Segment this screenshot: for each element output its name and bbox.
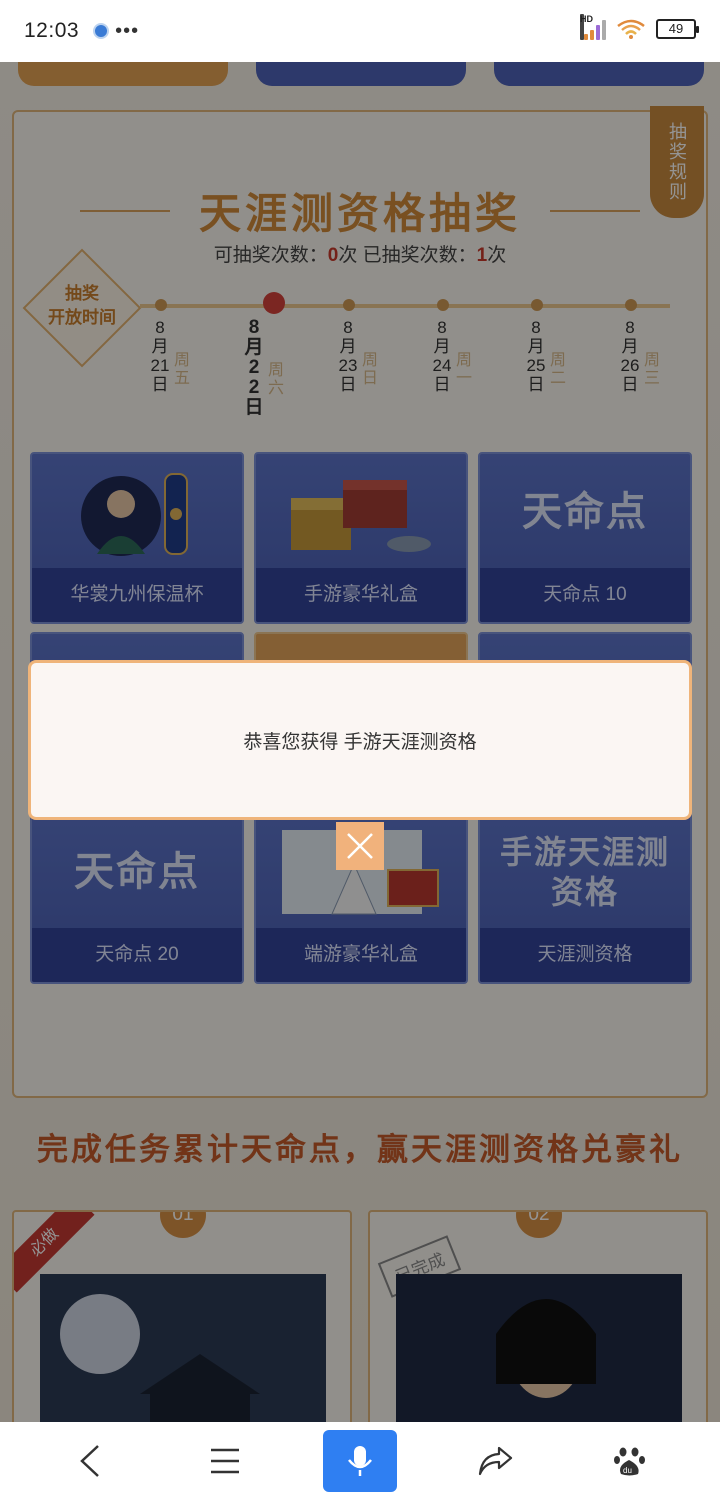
cellular-signal-icon: HD (580, 14, 606, 40)
app-notification-icon (93, 23, 110, 39)
chevron-left-icon (79, 1444, 99, 1477)
share-icon (479, 1446, 513, 1475)
dialog-message: 恭喜您获得 手游天涯测资格 (243, 731, 477, 753)
back-button[interactable] (53, 1430, 127, 1492)
status-indicators: HD 49 (580, 14, 699, 40)
svg-text:du: du (623, 1466, 632, 1475)
baidu-paw-icon: du (614, 1447, 646, 1475)
wifi-icon (617, 19, 645, 39)
prize-dialog: 恭喜您获得 手游天涯测资格 (28, 660, 692, 820)
battery-indicator: 49 (656, 19, 699, 39)
baidu-button[interactable]: du (593, 1430, 667, 1492)
status-time: 12:03 (24, 19, 80, 42)
status-bar: 12:03 ••• HD 49 (0, 0, 720, 62)
share-button[interactable] (458, 1430, 532, 1492)
close-icon (347, 833, 373, 859)
bottom-nav: du (0, 1422, 720, 1499)
voice-button[interactable] (322, 1429, 397, 1492)
dialog-close-button[interactable] (336, 822, 384, 870)
more-notifications-icon: ••• (115, 19, 140, 42)
microphone-icon (347, 1445, 372, 1476)
menu-button[interactable] (188, 1430, 262, 1492)
menu-icon (210, 1448, 239, 1473)
